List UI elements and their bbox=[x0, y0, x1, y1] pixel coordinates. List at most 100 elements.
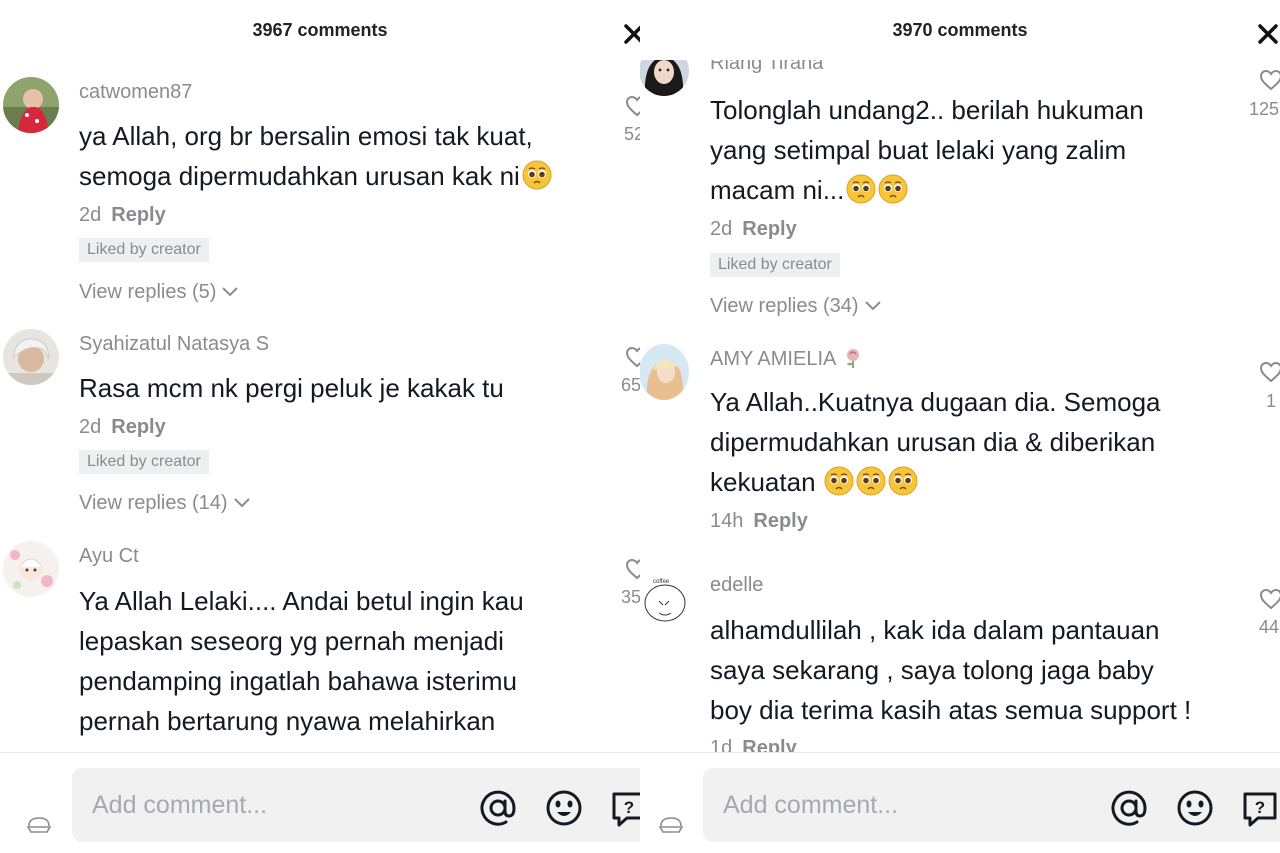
username-text: AMY AMIELIA bbox=[710, 348, 837, 370]
question-sticker-icon[interactable]: ? bbox=[1240, 788, 1280, 828]
camera-icon[interactable] bbox=[657, 812, 685, 834]
comment-text-line: macam ni... bbox=[710, 170, 908, 210]
comment-text-line: alhamdullilah , kak ida dalam pantauan bbox=[710, 615, 1160, 645]
comment-text-line: boy dia terima kasih atas semua support … bbox=[710, 695, 1192, 725]
pleading-face-emoji bbox=[856, 466, 886, 496]
add-comment-input[interactable] bbox=[92, 786, 452, 824]
timestamp: 2d bbox=[79, 416, 102, 438]
username[interactable]: Ayu Ct bbox=[79, 545, 139, 568]
heart-icon[interactable] bbox=[1259, 361, 1280, 383]
question-sticker-icon[interactable]: ? bbox=[609, 788, 640, 828]
username[interactable]: Riang Tirana bbox=[710, 60, 823, 75]
emoji-icon[interactable] bbox=[1175, 788, 1215, 828]
comment-text-line: pendamping ingatlah bahawa isterimu bbox=[79, 666, 517, 696]
like-count: 65 bbox=[621, 375, 640, 395]
comment-text-line: pernah bertarung nyawa melahirkan bbox=[79, 706, 496, 736]
comment-list[interactable]: Riang Tirana Tolonglah undang2.. berilah… bbox=[640, 60, 1280, 752]
timestamp: 14h bbox=[710, 510, 744, 532]
chevron-down-icon bbox=[864, 301, 881, 311]
timestamp: 1d bbox=[710, 737, 733, 752]
comment-meta: 14h Reply bbox=[710, 510, 808, 533]
heart-icon[interactable] bbox=[1259, 588, 1280, 610]
comment-text: macam ni... bbox=[710, 175, 845, 205]
view-replies-label: View replies (5) bbox=[79, 281, 217, 303]
avatar[interactable] bbox=[3, 329, 59, 385]
svg-text:?: ? bbox=[1255, 798, 1265, 817]
comment-list[interactable]: catwomen87 ya Allah, org br bersalin emo… bbox=[0, 60, 640, 752]
like-count: 52 bbox=[624, 124, 640, 144]
comment-text-line: Tolonglah undang2.. berilah hukuman bbox=[710, 95, 1144, 125]
view-replies-label: View replies (34) bbox=[710, 295, 859, 317]
like-count: 44 bbox=[1259, 617, 1280, 637]
view-replies-button[interactable]: View replies (14) bbox=[79, 492, 252, 515]
svg-text:coffee: coffee bbox=[653, 579, 670, 585]
pleading-face-emoji bbox=[522, 160, 552, 190]
avatar[interactable] bbox=[640, 344, 689, 400]
at-mention-icon[interactable] bbox=[1109, 788, 1149, 828]
liked-by-creator-badge: Liked by creator bbox=[710, 253, 840, 277]
comment-text-line: Ya Allah..Kuatnya dugaan dia. Semoga bbox=[710, 387, 1161, 417]
view-replies-button[interactable]: View replies (5) bbox=[79, 281, 240, 304]
heart-icon[interactable] bbox=[625, 95, 640, 117]
pleading-face-emoji bbox=[824, 466, 854, 496]
comment-meta: 2d Reply bbox=[79, 416, 166, 439]
chevron-down-icon bbox=[222, 287, 239, 297]
comment-text-line: Rasa mcm nk pergi peluk je kakak tu bbox=[79, 373, 504, 403]
at-mention-icon[interactable] bbox=[478, 788, 518, 828]
pleading-face-emoji bbox=[878, 174, 908, 204]
svg-text:?: ? bbox=[624, 798, 634, 817]
comment-input-bar: ? bbox=[640, 753, 1280, 853]
camera-icon[interactable] bbox=[25, 812, 53, 834]
comment-text-line: saya sekarang , saya tolong jaga baby bbox=[710, 655, 1154, 685]
reply-button[interactable]: Reply bbox=[753, 510, 807, 532]
avatar[interactable] bbox=[640, 60, 689, 96]
like-count: 35 bbox=[621, 587, 640, 607]
comment-input-container: ? bbox=[703, 768, 1280, 842]
reply-button[interactable]: Reply bbox=[742, 218, 796, 240]
comment-count-title: 3967 comments bbox=[252, 20, 388, 40]
pleading-face-emoji bbox=[888, 466, 918, 496]
chevron-down-icon bbox=[233, 498, 250, 508]
comment-text-line: lepaskan seseorg yg pernah menjadi bbox=[79, 626, 504, 656]
heart-icon[interactable] bbox=[625, 558, 640, 580]
username[interactable]: edelle bbox=[710, 574, 763, 597]
comment-text: semoga dipermudahkan urusan kak ni bbox=[79, 161, 520, 191]
emoji-icon[interactable] bbox=[544, 788, 584, 828]
timestamp: 2d bbox=[79, 204, 102, 226]
like-count: 1 bbox=[1266, 391, 1277, 411]
comment-count-title: 3970 comments bbox=[892, 20, 1028, 40]
close-icon[interactable] bbox=[622, 22, 640, 46]
liked-by-creator-badge: Liked by creator bbox=[79, 450, 209, 474]
comment-text-line: semoga dipermudahkan urusan kak ni bbox=[79, 156, 552, 196]
comment-text: kekuatan bbox=[710, 467, 816, 497]
heart-icon[interactable] bbox=[625, 346, 640, 368]
comment-text-line: yang setimpal buat lelaki yang zalim bbox=[710, 135, 1127, 165]
comment-text-line: kekuatan bbox=[710, 462, 918, 502]
comment-text-line: dipermudahkan urusan dia & diberikan bbox=[710, 427, 1156, 457]
comment-text-line: ya Allah, org br bersalin emosi tak kuat… bbox=[79, 121, 533, 151]
comment-meta: 2d Reply bbox=[710, 218, 797, 241]
rose-emoji bbox=[847, 349, 860, 368]
reply-button[interactable]: Reply bbox=[111, 204, 165, 226]
comment-meta: 1d Reply bbox=[710, 737, 797, 752]
comments-panel-right: 3970 comments Riang Tirana Tolonglah und… bbox=[640, 0, 1280, 853]
like-count: 125 bbox=[1249, 99, 1280, 119]
username[interactable]: Syahizatul Natasya S bbox=[79, 333, 269, 356]
view-replies-label: View replies (14) bbox=[79, 492, 228, 514]
heart-icon[interactable] bbox=[1259, 69, 1280, 91]
comment-input-container: ? bbox=[72, 768, 640, 842]
liked-by-creator-badge: Liked by creator bbox=[79, 238, 209, 262]
reply-button[interactable]: Reply bbox=[111, 416, 165, 438]
avatar[interactable] bbox=[3, 541, 59, 597]
close-icon[interactable] bbox=[1256, 22, 1280, 46]
timestamp: 2d bbox=[710, 218, 733, 240]
avatar[interactable] bbox=[3, 77, 59, 133]
add-comment-input[interactable] bbox=[723, 786, 1083, 824]
pleading-face-emoji bbox=[846, 174, 876, 204]
view-replies-button[interactable]: View replies (34) bbox=[710, 295, 883, 318]
username[interactable]: catwomen87 bbox=[79, 81, 192, 104]
comment-input-bar: ? bbox=[0, 753, 640, 853]
username[interactable]: AMY AMIELIA bbox=[710, 347, 864, 371]
avatar[interactable]: coffee bbox=[640, 571, 689, 627]
reply-button[interactable]: Reply bbox=[742, 737, 796, 752]
